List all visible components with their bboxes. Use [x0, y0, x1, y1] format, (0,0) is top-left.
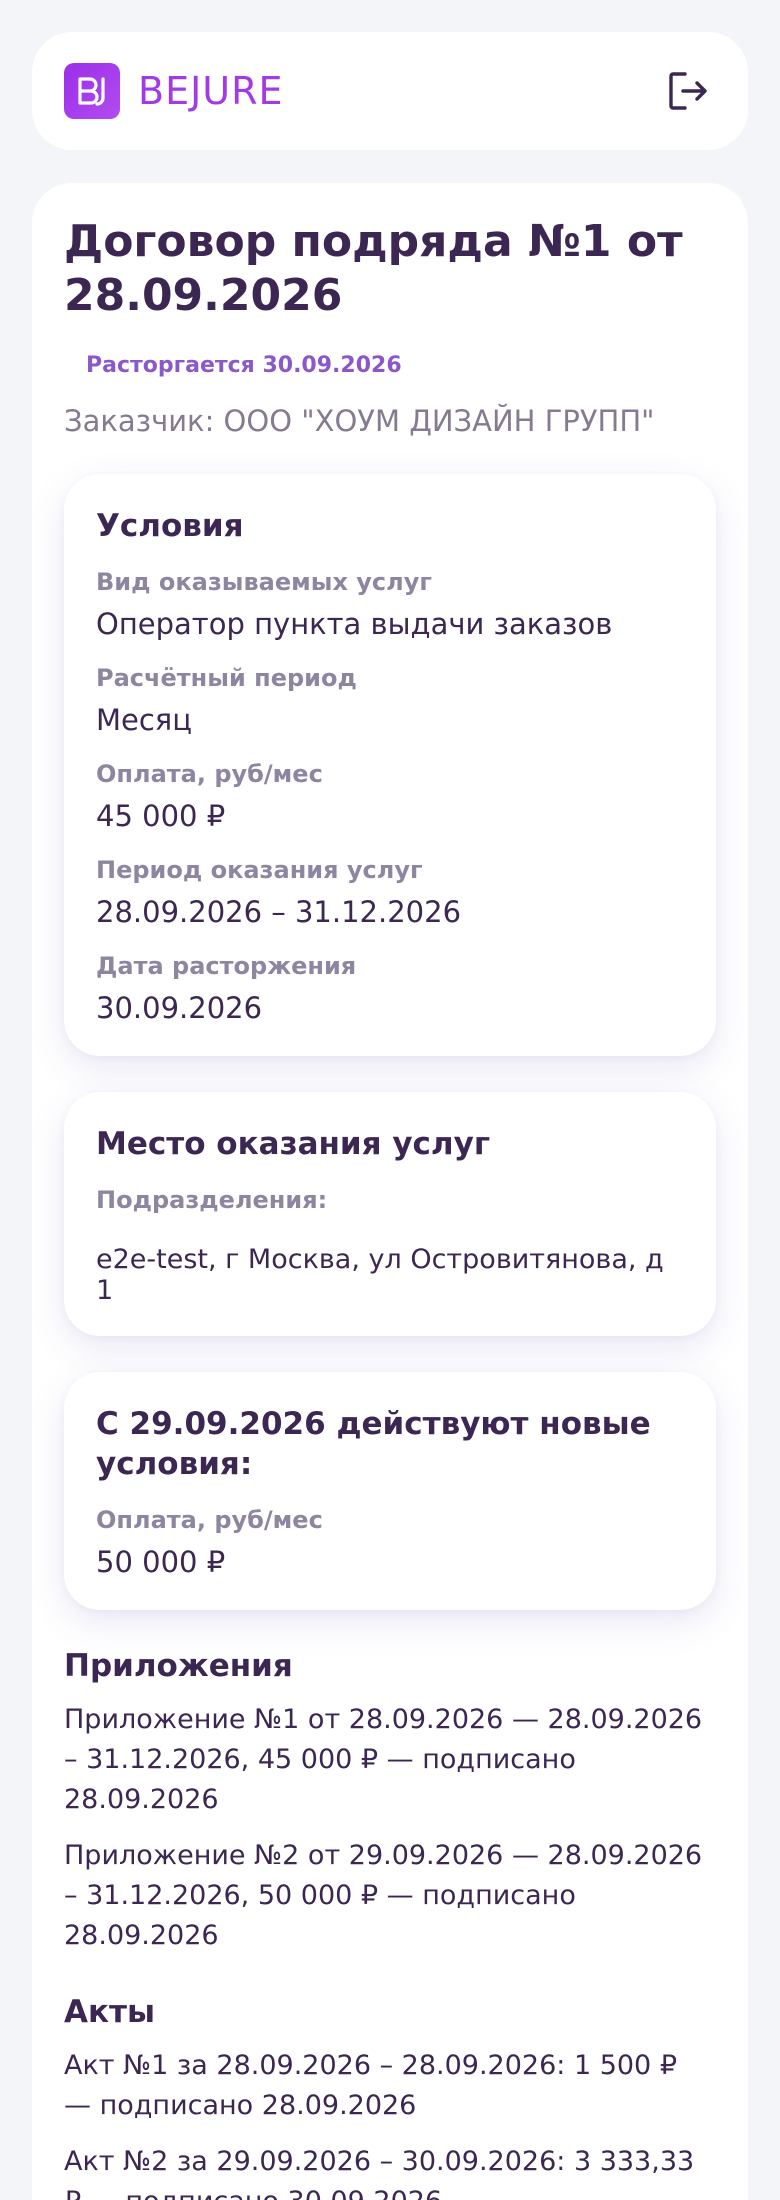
bj-logo-icon [64, 63, 120, 119]
period-value: Месяц [96, 703, 192, 737]
logout-button[interactable] [662, 65, 714, 117]
termination-value: 30.09.2026 [96, 991, 263, 1025]
attachment-item[interactable]: Приложение №2 от 29.09.2026 — 28.09.2026… [64, 1836, 704, 1956]
act-item[interactable]: Акт №2 за 29.09.2026 – 30.09.2026: 3 333… [64, 2142, 704, 2200]
acts-title: Акты [64, 1994, 156, 2030]
logo-text: BEJURE [138, 69, 284, 113]
service-type-value: Оператор пункта выдачи заказов [96, 607, 613, 641]
header: BEJURE [32, 32, 748, 150]
logo[interactable]: BEJURE [64, 63, 284, 119]
customer-name: Заказчик: ООО "ХОУМ ДИЗАЙН ГРУПП" [64, 404, 655, 438]
conditions-card: Условия Вид оказываемых услуг Оператор п… [64, 474, 716, 1056]
attachment-item[interactable]: Приложение №1 от 28.09.2026 — 28.09.2026… [64, 1700, 704, 1820]
new-conditions-title: С 29.09.2026 действуют новые условия: [96, 1406, 651, 1482]
service-period-label: Период оказания услуг [96, 856, 423, 884]
status-badge: Расторгается 30.09.2026 [86, 353, 402, 378]
place-card: Место оказания услуг Подразделения: e2e-… [64, 1092, 716, 1336]
conditions-title: Условия [96, 508, 244, 544]
new-conditions-card: С 29.09.2026 действуют новые условия: Оп… [64, 1372, 716, 1610]
payment-label: Оплата, руб/мес [96, 760, 323, 788]
page: BEJURE Договор подряда №1 от 28.09.2026 … [0, 0, 780, 2200]
place-title: Место оказания услуг [96, 1126, 491, 1162]
attachments-title: Приложения [64, 1648, 293, 1684]
payment-value: 45 000 ₽ [96, 799, 226, 833]
new-payment-value: 50 000 ₽ [96, 1545, 226, 1579]
termination-label: Дата расторжения [96, 952, 357, 980]
subdivisions-label: Подразделения: [96, 1186, 328, 1214]
act-item[interactable]: Акт №1 за 28.09.2026 – 28.09.2026: 1 500… [64, 2046, 704, 2126]
contract-details: Договор подряда №1 от 28.09.2026 Расторг… [32, 183, 748, 2200]
logout-icon [669, 72, 707, 110]
service-type-label: Вид оказываемых услуг [96, 568, 432, 596]
page-title: Договор подряда №1 от 28.09.2026 [64, 216, 683, 321]
new-payment-label: Оплата, руб/мес [96, 1506, 323, 1534]
subdivision-value: e2e-test, г Москва, ул Островитянова, д … [96, 1244, 664, 1306]
period-label: Расчётный период [96, 664, 357, 692]
service-period-value: 28.09.2026 – 31.12.2026 [96, 895, 462, 929]
